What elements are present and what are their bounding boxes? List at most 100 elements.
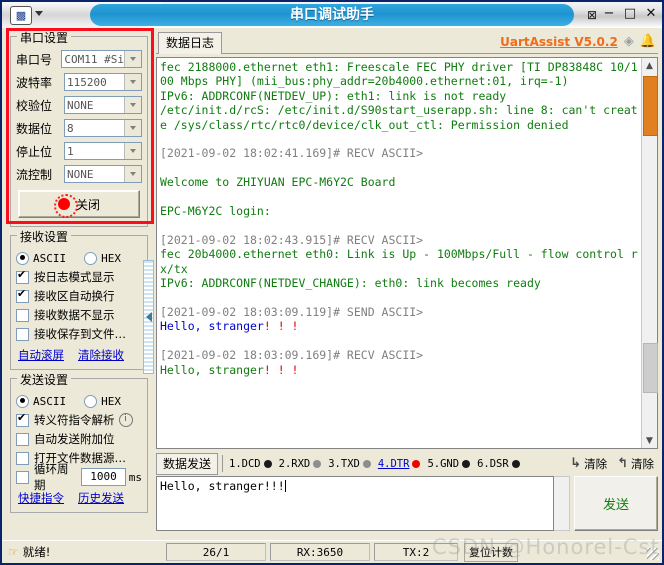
clear-recv-label: 清除 <box>584 456 608 471</box>
close-port-button[interactable]: 关闭 <box>18 190 140 218</box>
send-tab-wrap: 数据发送 <box>156 452 219 475</box>
flowcontrol-select[interactable]: NONE <box>64 165 142 183</box>
recv-ascii-radio[interactable] <box>16 251 29 265</box>
chevron-down-icon[interactable] <box>124 51 141 67</box>
signal-led-icon <box>313 459 322 468</box>
pin-icon[interactable]: ⊠ <box>584 7 600 23</box>
gem-icon[interactable]: ◈ <box>624 34 634 49</box>
content-panel: 数据日志 UartAssist V5.0.2 ◈ 🔔 fec 2188000.e… <box>154 28 662 539</box>
recv-checkbox-hide-data[interactable]: 接收数据不显示 <box>16 306 142 324</box>
tab-data-send[interactable]: 数据发送 <box>156 452 219 475</box>
checkbox-icon[interactable] <box>16 287 29 303</box>
signal-5-gnd[interactable]: 5.GND <box>427 458 471 470</box>
send-button[interactable]: 发送 <box>574 476 658 531</box>
flowcontrol-value: NONE <box>67 167 94 181</box>
scrollbar-thumb-upper[interactable] <box>643 76 658 136</box>
resize-grip[interactable] <box>647 548 659 560</box>
close-port-label: 关闭 <box>75 197 100 212</box>
bell-icon[interactable]: 🔔 <box>640 34 656 49</box>
baud-select[interactable]: 115200 <box>64 73 142 91</box>
signal-label: 2.RXD <box>278 457 311 470</box>
send-checkbox-auto-append[interactable]: 自动发送附加位 <box>16 430 142 448</box>
send-ascii-radio[interactable] <box>16 394 29 408</box>
signal-label: 1.DCD <box>229 457 261 470</box>
info-icon[interactable]: i <box>118 413 133 427</box>
chevron-down-icon[interactable] <box>124 74 141 90</box>
cycle-period-input[interactable]: 1000 <box>81 468 126 486</box>
field-port: 串口号 COM11 #Si <box>16 49 142 69</box>
link-shortcut-cmd[interactable]: 快捷指令 <box>18 490 64 506</box>
checkbox-icon[interactable] <box>16 432 29 446</box>
chevron-down-icon[interactable] <box>124 97 141 113</box>
log-text[interactable]: fec 2188000.ethernet eth1: Freescale FEC… <box>157 58 641 448</box>
send-hex-label: HEX <box>101 394 121 408</box>
send-checkbox-escape[interactable]: 转义符指令解析 i <box>16 411 142 429</box>
checkbox-icon[interactable] <box>16 411 29 427</box>
field-stopbits-label: 停止位 <box>16 144 53 159</box>
send-input-scrollbar[interactable] <box>554 476 570 531</box>
send-input[interactable]: Hello, stranger!!! <box>156 476 554 531</box>
recv-hex-radio[interactable] <box>84 251 98 265</box>
reset-counter-button[interactable]: 复位计数 <box>464 542 518 562</box>
link-clear-recv[interactable]: 清除接收 <box>78 347 124 363</box>
field-flowcontrol-label: 流控制 <box>16 167 53 182</box>
status-ready-label: 就绪! <box>22 545 51 559</box>
scroll-up-arrow[interactable]: ▲ <box>642 58 657 73</box>
signal-label: 4.DTR <box>377 457 410 470</box>
log-line: [2021-09-02 18:03:09.169]# RECV ASCII> <box>160 348 424 363</box>
tab-data-log[interactable]: 数据日志 <box>158 32 223 54</box>
checkbox-icon[interactable] <box>16 470 29 484</box>
signal-indicators: 1.DCD 2.RXD 3.TXD 4.DTR 5.GND 6.DSR <box>227 458 570 470</box>
maximize-button[interactable]: □ <box>623 6 637 22</box>
text-caret <box>284 480 286 492</box>
uart-assist-window: ▩ 串口调试助手 ⊠ − □ ✕ 串口设置 串口号 COM11 #Si 波特率 … <box>0 0 664 565</box>
link-history-send[interactable]: 历史发送 <box>78 490 124 506</box>
send-links: 快捷指令 历史发送 <box>16 490 142 506</box>
recv-checkbox-autowrap[interactable]: 接收区自动换行 <box>16 287 142 305</box>
signal-2-rxd[interactable]: 2.RXD <box>279 458 322 470</box>
log-line: [2021-09-02 18:02:43.915]# RECV ASCII> <box>160 232 424 247</box>
checkbox-icon[interactable] <box>16 451 29 465</box>
signal-4-dtr[interactable]: 4.DTR <box>378 458 421 470</box>
status-tx: TX:2 <box>374 543 458 561</box>
clear-recv-button[interactable]: ↳ 清除 <box>570 456 607 472</box>
recv-checkbox-log-mode[interactable]: 按日志模式显示 <box>16 268 142 286</box>
databits-select[interactable]: 8 <box>64 119 142 137</box>
link-autoscroll[interactable]: 自动滚屏 <box>18 347 64 363</box>
window-controls: − □ ✕ <box>602 6 658 22</box>
close-button[interactable]: ✕ <box>644 6 658 22</box>
recv-checkbox-hide-data-label: 接收数据不显示 <box>34 308 115 322</box>
log-scrollbar[interactable]: ▲ ▼ <box>641 58 658 448</box>
checkbox-icon[interactable] <box>16 268 29 284</box>
stopbits-select[interactable]: 1 <box>64 142 142 160</box>
signal-1-dcd[interactable]: 1.DCD <box>229 458 272 470</box>
recv-checkbox-save-file[interactable]: 接收保存到文件… <box>16 325 142 343</box>
version-link[interactable]: UartAssist V5.0.2 <box>500 35 618 49</box>
scrollbar-thumb[interactable] <box>643 343 658 393</box>
signal-3-txd[interactable]: 3.TXD <box>328 458 371 470</box>
minimize-button[interactable]: − <box>602 6 616 22</box>
settings-sidebar: 串口设置 串口号 COM11 #Si 波特率 115200 校验位 NONE 数… <box>2 28 154 539</box>
status-position: 26/1 <box>166 543 266 561</box>
serial-settings-legend: 串口设置 <box>17 29 72 46</box>
checkbox-icon[interactable] <box>16 308 29 322</box>
sidebar-collapse-handle[interactable] <box>143 260 154 374</box>
send-settings-group: 发送设置 ASCII HEX 转义符指令解析 i 自动发送附加位 <box>10 371 148 513</box>
checkbox-icon[interactable] <box>16 327 29 341</box>
send-hex-radio[interactable] <box>84 394 98 408</box>
port-select[interactable]: COM11 #Si <box>61 50 142 68</box>
clear-send-button[interactable]: ↰ 清除 <box>617 456 654 472</box>
signal-6-dsr[interactable]: 6.DSR <box>477 458 520 470</box>
field-baud-label: 波特率 <box>16 75 53 90</box>
log-line: IPv6: ADDRCONF(NETDEV_CHANGE): eth0: lin… <box>160 276 541 291</box>
send-cycle-label: 循环周期 <box>34 462 69 492</box>
scroll-down-arrow[interactable]: ▼ <box>642 433 657 448</box>
serial-settings-group: 串口设置 串口号 COM11 #Si 波特率 115200 校验位 NONE 数… <box>10 29 148 227</box>
chevron-down-icon[interactable] <box>35 11 43 16</box>
chevron-down-icon[interactable] <box>124 166 141 182</box>
parity-select[interactable]: NONE <box>64 96 142 114</box>
chevron-down-icon[interactable] <box>124 120 141 136</box>
chevron-down-icon[interactable] <box>124 143 141 159</box>
